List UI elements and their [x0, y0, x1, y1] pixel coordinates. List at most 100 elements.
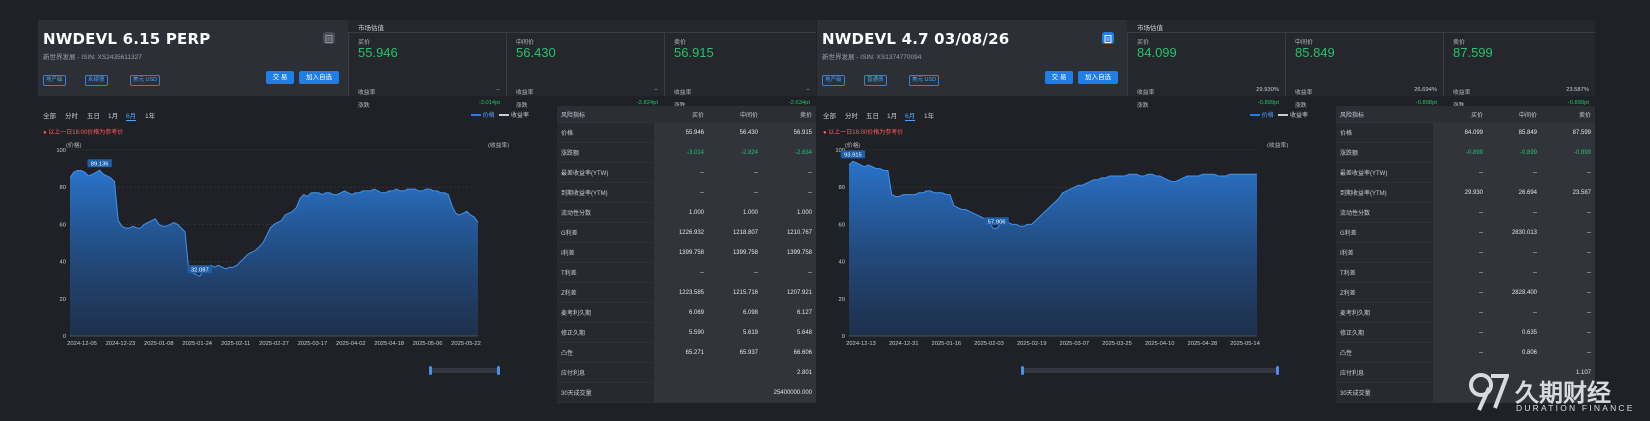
tag-rating[interactable]: 地产级 [822, 75, 845, 86]
trade-button[interactable]: 交 易 [1045, 71, 1073, 84]
add-watchlist-button[interactable]: 加入自选 [299, 71, 339, 84]
document-icon[interactable] [1102, 32, 1114, 44]
cell-value: 1207.921 [762, 282, 816, 303]
row-label: 麦考利久期 [557, 302, 654, 323]
column-header: 卖价 [762, 106, 816, 123]
tab-intraday[interactable]: 分时 [845, 110, 858, 120]
market-title: 市场估值 [1137, 25, 1163, 32]
cell-value: -- [1541, 222, 1595, 243]
row-label: 应付利息 [557, 362, 654, 383]
yield-label: 收益率 [516, 90, 534, 96]
column-header: 风险指标 [557, 106, 654, 123]
warning-text: 以上一日16:00价格为参考价 [828, 130, 904, 136]
range-slider-handle-end[interactable] [497, 366, 500, 375]
range-slider-handle-end[interactable] [1276, 366, 1279, 375]
market-bid: 买价 55.946 收益率 -- 涨跌 -3.014pt [358, 35, 506, 111]
cell-value: -0.899 [1487, 142, 1541, 163]
price-chart[interactable]: 0 20 40 60 80 100 2024-12-05 2024-12-23 2025-01-… [38, 140, 508, 370]
table-header-row: 风险指标 买价 中间价 卖价 [557, 106, 816, 123]
table-row: Z利差 1223.585 1215.716 1207.921 [557, 282, 816, 303]
range-slider-handle-start[interactable] [1021, 366, 1024, 375]
table-row: 30天成交量 25400000.000 [557, 382, 816, 403]
tab-6month[interactable]: 6月 [126, 110, 137, 121]
tag-rating[interactable]: 地产级 [43, 75, 66, 86]
change-label: 涨跌 [1137, 103, 1149, 109]
cell-value: 1.000 [654, 202, 708, 223]
x-tick-label: 2025-03-07 [1060, 341, 1090, 347]
cell-value: 5.648 [762, 322, 816, 343]
cell-value: -- [708, 162, 762, 183]
row-label: 最差收益率(YTW) [557, 162, 654, 183]
tab-intraday[interactable]: 分时 [65, 110, 78, 120]
tab-all[interactable]: 全部 [43, 110, 56, 120]
tag-currency[interactable]: 美元 USD [909, 75, 940, 86]
y-tick-label: 60 [60, 222, 66, 228]
isin-value: XS1374770094 [876, 54, 922, 61]
cell-value: -- [708, 262, 762, 283]
cell-value: -- [1541, 282, 1595, 303]
range-slider-handle-start[interactable] [429, 366, 432, 375]
y-tick-label: 80 [839, 185, 845, 191]
cell-value: 5.619 [708, 322, 762, 343]
cell-value: 2830.013 [1487, 222, 1541, 243]
cell-value: -- [1433, 202, 1487, 223]
cell-value: -- [1433, 242, 1487, 263]
x-tick-label: 2025-03-17 [298, 341, 328, 347]
cell-value: -- [1541, 342, 1595, 363]
y-tick-label: 20 [839, 297, 845, 303]
yield-value: -- [496, 87, 500, 93]
document-icon[interactable] [323, 32, 335, 44]
x-tick-label: 2025-02-11 [221, 341, 250, 347]
table-row: 涨跌额 -3.014 -2.824 -2.634 [557, 142, 816, 163]
tab-1year[interactable]: 1年 [145, 110, 155, 120]
cell-value: 1215.716 [708, 282, 762, 303]
table-row: T利差 -- -- -- [557, 262, 816, 283]
yield-legend-swatch [1278, 114, 1289, 117]
tab-1month[interactable]: 1月 [887, 110, 897, 120]
tab-1month[interactable]: 1月 [108, 110, 118, 120]
market-mid: 中间价 56.430 收益率 -- 涨跌 -2.824pt [516, 35, 664, 111]
tag-type[interactable]: 普通债 [864, 75, 887, 86]
row-label: T利差 [557, 262, 654, 283]
tag-currency[interactable]: 美元 USD [130, 75, 161, 86]
range-slider-track[interactable] [1022, 368, 1278, 373]
tab-5day[interactable]: 五日 [87, 110, 100, 120]
market-title: 市场估值 [358, 25, 384, 32]
table-header-row: 风险指标 买价 中间价 卖价 [1336, 106, 1595, 123]
market-mid: 中间价 85.849 收益率 26.694% 涨跌 -0.898pt [1295, 35, 1443, 111]
add-watchlist-button[interactable]: 加入自选 [1078, 71, 1118, 84]
range-slider-track[interactable] [430, 368, 500, 373]
x-tick-label: 2024-12-31 [889, 341, 919, 347]
table-row: G利差 1226.932 1218.807 1210.767 [557, 222, 816, 243]
change-label: 涨跌 [516, 103, 528, 109]
tab-all[interactable]: 全部 [823, 110, 836, 120]
row-label: 到期收益率(YTM) [1336, 182, 1433, 203]
cell-value: 66.606 [762, 342, 816, 363]
cell-value: 26.694 [1487, 182, 1541, 203]
tab-5day[interactable]: 五日 [866, 110, 879, 120]
chart-legend: 价格 收益率 [1250, 110, 1308, 119]
tab-6month[interactable]: 6月 [905, 110, 916, 121]
tag-type[interactable]: 永续债 [85, 75, 108, 86]
yield-value: 23.587% [1566, 87, 1589, 93]
cell-value: -- [1487, 242, 1541, 263]
yield-legend-label[interactable]: 收益率 [511, 113, 529, 119]
trade-button[interactable]: 交 易 [266, 71, 294, 84]
x-tick-label: 2025-02-19 [1017, 341, 1047, 347]
row-label: Z利差 [1336, 282, 1433, 303]
cell-value: 1.000 [708, 202, 762, 223]
y-tick-label: 40 [60, 260, 66, 266]
row-label: 30天成交量 [557, 382, 654, 403]
x-tick-label: 2025-05-06 [413, 341, 443, 347]
tab-1year[interactable]: 1年 [924, 110, 934, 120]
cell-value: 29.930 [1433, 182, 1487, 203]
cell-value: -0.899 [1433, 142, 1487, 163]
bond-header: NWDEVL 4.7 03/08/26 新世界发展 - ISIN: XS1374… [817, 20, 1127, 96]
risk-table: 风险指标 买价 中间价 卖价 价格 84.099 85.849 87.599 涨跌额 -0.899… [1336, 106, 1595, 403]
cell-value: 1399.758 [762, 242, 816, 263]
cell-value: 1223.585 [654, 282, 708, 303]
yield-legend-label[interactable]: 收益率 [1290, 113, 1308, 119]
price-legend-label[interactable]: 价格 [483, 113, 495, 119]
price-legend-label[interactable]: 价格 [1262, 113, 1274, 119]
price-chart[interactable]: 0204060801002024-12-13 2024-12-31 2025-01-… [817, 140, 1287, 370]
